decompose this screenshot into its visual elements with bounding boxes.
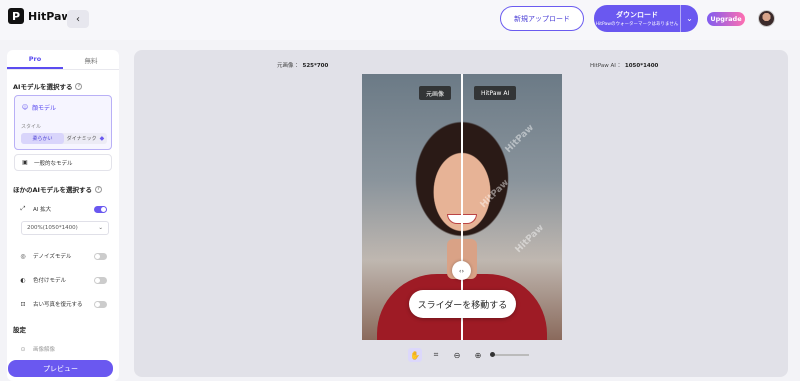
upgrade-button[interactable]: Upgrade <box>707 12 745 26</box>
download-title: ダウンロード <box>616 11 658 19</box>
restore-toggle[interactable] <box>94 300 107 308</box>
drag-arrows-icon: ‹› <box>458 266 465 275</box>
denoise-icon: ◎ <box>20 252 26 260</box>
colorize-row: ◐ 色付けモデル <box>14 272 112 288</box>
ai-size-value: 1050*1400 <box>624 63 659 69</box>
original-size-value: 525*700 <box>302 63 329 69</box>
photo-restore-icon: ⊡ <box>20 300 26 308</box>
fit-button[interactable]: ⌗ <box>429 348 443 362</box>
ai-upscale-toggle[interactable] <box>94 205 107 213</box>
chevron-down-icon: ⌄ <box>98 225 103 231</box>
face-model-name: ☺ 顔モデル <box>21 103 56 112</box>
preview-button[interactable]: プレビュー <box>8 360 113 377</box>
scale-select[interactable]: 200%(1050*1400) ⌄ <box>21 221 109 235</box>
app-logo[interactable]: P HitPaw <box>8 8 72 24</box>
mode-tabs: Pro 無料 <box>7 50 119 70</box>
partial-label: 画像解像 <box>33 347 56 353</box>
style-dynamic-label: ダイナミック <box>66 136 97 142</box>
download-options-button[interactable]: ⌄ <box>680 5 698 32</box>
back-button[interactable]: ‹ <box>67 10 89 28</box>
tab-pro[interactable]: Pro <box>7 50 63 69</box>
chevron-down-icon: ⌄ <box>686 14 693 23</box>
face-model-card[interactable]: ☺ 顔モデル スタイル 柔らかい ダイナミック ◆ <box>14 95 112 150</box>
ai-model-section-title: AIモデルを選択する ? <box>7 81 88 91</box>
top-bar: P HitPaw ‹ 新規アップロード ダウンロード HitPawのウォーターマ… <box>0 0 800 40</box>
hand-icon: ✋ <box>410 350 420 360</box>
original-chip: 元画像 <box>419 86 452 100</box>
download-subtitle: HitPawのウォーターマークはありません <box>595 22 679 27</box>
general-model-label: 一般的なモデル <box>34 160 73 167</box>
settings-sidebar: Pro 無料 AIモデルを選択する ? ☺ 顔モデル スタイル 柔らかい ダイナ… <box>7 50 119 381</box>
other-ai-title-text: ほかのAIモデルを選択する <box>13 186 92 194</box>
app-name: HitPaw <box>28 9 72 23</box>
resolution-icon: ⊙ <box>20 345 26 353</box>
watermark-text: HitPaw <box>503 122 536 156</box>
face-icon: ☺ <box>21 104 29 111</box>
scale-value: 200%(1050*1400) <box>27 225 78 231</box>
download-button[interactable]: ダウンロード HitPawのウォーターマークはありません ⌄ <box>594 5 698 32</box>
palette-icon: ◐ <box>20 276 26 284</box>
image-icon: ▣ <box>22 159 28 166</box>
logo-icon: P <box>8 8 24 24</box>
general-model-card[interactable]: ▣ 一般的なモデル <box>14 154 112 171</box>
restore-row: ⊡ 古い写真を復元する <box>14 296 112 312</box>
ai-chip: HitPaw AI <box>474 86 517 100</box>
ai-upscale-row: ⤢ AI 拡大 <box>14 201 112 217</box>
denoise-label: デノイズモデル <box>33 254 72 260</box>
zoom-toolbar: ✋ ⌗ ⊖ ⊕ <box>408 348 529 362</box>
user-avatar[interactable] <box>758 10 775 27</box>
zoom-in-icon: ⊕ <box>474 350 482 360</box>
zoom-out-button[interactable]: ⊖ <box>450 348 464 362</box>
denoise-row: ◎ デノイズモデル <box>14 248 112 264</box>
ai-model-title-text: AIモデルを選択する <box>13 83 73 91</box>
upscale-icon: ⤢ <box>20 205 26 212</box>
hand-tool-button[interactable]: ✋ <box>408 348 422 362</box>
zoom-slider[interactable] <box>490 352 529 357</box>
other-ai-section-title: ほかのAIモデルを選択する ? <box>7 184 108 194</box>
info-icon[interactable]: ? <box>75 82 83 90</box>
watermark-text: HitPaw <box>513 222 546 256</box>
compare-handle[interactable]: ‹› <box>452 261 471 280</box>
style-dynamic[interactable]: ダイナミック ◆ <box>64 133 107 144</box>
style-switch: 柔らかい ダイナミック ◆ <box>21 133 107 144</box>
style-label: スタイル <box>21 124 42 130</box>
restore-label: 古い写真を復元する <box>33 302 83 308</box>
watermark-text: HitPaw <box>478 177 511 211</box>
slider-hint: スライダーを移動する <box>409 290 516 318</box>
original-size-info: 元画像 ： 525*700 <box>277 61 328 69</box>
new-upload-button[interactable]: 新規アップロード <box>500 6 584 31</box>
ai-size-label: HitPaw AI ： <box>590 63 624 69</box>
ai-upscale-label: AI 拡大 <box>33 207 52 213</box>
zoom-in-button[interactable]: ⊕ <box>471 348 485 362</box>
zoom-slider-knob[interactable] <box>490 352 495 357</box>
zoom-out-icon: ⊖ <box>453 350 461 360</box>
crop-icon: ⌗ <box>433 350 439 359</box>
colorize-label: 色付けモデル <box>33 278 67 284</box>
colorize-toggle[interactable] <box>94 276 107 284</box>
diamond-icon: ◆ <box>99 135 105 142</box>
original-size-label: 元画像 ： <box>277 63 301 69</box>
settings-section-title: 設定 <box>13 326 26 334</box>
partial-row: ⊙ 画像解像 <box>14 341 112 357</box>
info-icon[interactable]: ? <box>94 185 102 193</box>
style-soft[interactable]: 柔らかい <box>21 133 64 144</box>
face-model-label: 顔モデル <box>32 105 57 112</box>
denoise-toggle[interactable] <box>94 252 107 260</box>
ai-size-info: HitPaw AI ： 1050*1400 <box>590 61 658 69</box>
download-main[interactable]: ダウンロード HitPawのウォーターマークはありません <box>594 5 680 32</box>
tab-free[interactable]: 無料 <box>63 50 119 69</box>
chevron-left-icon: ‹ <box>76 13 80 25</box>
